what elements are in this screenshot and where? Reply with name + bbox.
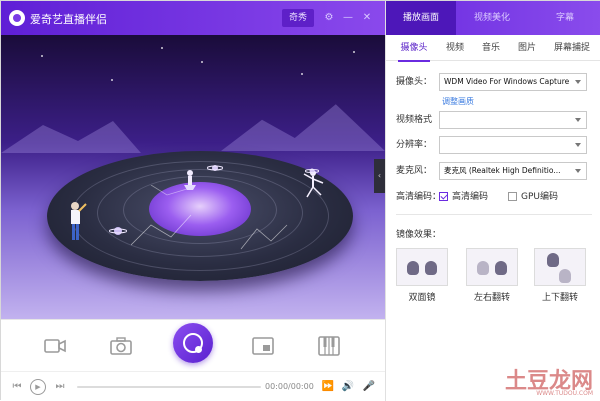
person-icon bbox=[425, 261, 437, 275]
gpu-encoding-checkbox[interactable] bbox=[508, 192, 517, 201]
piano-icon[interactable] bbox=[317, 334, 341, 358]
divider bbox=[396, 214, 592, 215]
gpu-encoding-checkbox-label: GPU编码 bbox=[521, 192, 558, 202]
star bbox=[161, 47, 163, 49]
picture-in-picture-icon[interactable] bbox=[251, 334, 275, 358]
microphone-icon[interactable]: 🎤 bbox=[362, 380, 376, 394]
star bbox=[41, 55, 43, 57]
adjust-quality-link[interactable]: 调整画质 bbox=[442, 96, 474, 107]
star bbox=[353, 51, 355, 53]
mirror-label-vertical: 上下翻转 bbox=[541, 293, 578, 303]
mirror-option-double[interactable] bbox=[396, 248, 448, 286]
hd-encoding-checkbox[interactable] bbox=[439, 192, 448, 201]
camera-select[interactable]: WDM Video For Windows Capture ... bbox=[439, 73, 587, 91]
settings-panel: 播放画面 视频美化 字幕 摄像头 视频 音乐 图片 屏幕捕捉 摄像头： WDM … bbox=[385, 1, 600, 401]
video-preview bbox=[1, 35, 385, 319]
qixiu-button[interactable]: 奇秀 bbox=[282, 9, 314, 27]
previous-icon[interactable]: ⏮ bbox=[10, 380, 24, 394]
app-title: 爱奇艺直播伴侣 bbox=[30, 13, 107, 26]
microphone-value: 麦克风 (Realtek High Definitio... bbox=[444, 166, 561, 175]
person-icon bbox=[477, 261, 489, 275]
close-icon[interactable]: ✕ bbox=[361, 12, 373, 24]
camera-select-value: WDM Video For Windows Capture ... bbox=[444, 77, 572, 86]
planet-figure bbox=[305, 168, 319, 174]
mirror-effect-title: 镜像效果： bbox=[396, 230, 442, 240]
app-window: 爱奇艺直播伴侣 奇秀 ⚙ — ✕ ⏮ ▶ ⏭ 00:00/00:00 ⏩ 🔊 🎤… bbox=[0, 0, 600, 401]
planet-figure bbox=[207, 165, 223, 171]
volume-icon[interactable]: 🔊 bbox=[341, 380, 355, 394]
main-tab-bar: 播放画面 视频美化 字幕 bbox=[386, 1, 600, 35]
person-icon bbox=[559, 269, 571, 283]
chevron-left-icon[interactable]: ‹ bbox=[374, 159, 385, 193]
progress-bar[interactable] bbox=[77, 386, 261, 388]
mirror-option-vertical[interactable] bbox=[534, 248, 586, 286]
resolution-label: 分辨率： bbox=[396, 140, 433, 150]
camera-label: 摄像头： bbox=[396, 77, 433, 87]
title-bar: 爱奇艺直播伴侣 奇秀 ⚙ — ✕ bbox=[1, 1, 385, 35]
play-bar: ⏮ ▶ ⏭ 00:00/00:00 ⏩ 🔊 🎤 bbox=[1, 371, 385, 401]
speed-icon[interactable]: ⏩ bbox=[321, 380, 335, 394]
watermark-subtext: WWW.TUDOU.COM bbox=[536, 390, 593, 397]
hd-encoding-label: 高清编码： bbox=[396, 192, 442, 202]
star bbox=[111, 79, 113, 81]
video-format-label: 视频格式 bbox=[396, 115, 433, 125]
video-format-select[interactable] bbox=[439, 111, 587, 129]
mirror-label-horizontal: 左右翻转 bbox=[473, 293, 510, 303]
tab-camera[interactable]: 摄像头 bbox=[392, 35, 436, 62]
background-hill bbox=[1, 121, 141, 153]
star bbox=[201, 61, 203, 63]
control-bar bbox=[1, 319, 385, 371]
tab-screen-capture[interactable]: 屏幕捕捉 bbox=[546, 35, 598, 61]
live-broadcast-icon[interactable] bbox=[173, 323, 213, 363]
microphone-select[interactable]: 麦克风 (Realtek High Definitio... bbox=[439, 162, 587, 180]
planet-figure bbox=[109, 227, 127, 235]
mirror-option-horizontal[interactable] bbox=[466, 248, 518, 286]
photo-camera-icon[interactable] bbox=[109, 334, 133, 358]
tab-subtitles[interactable]: 字幕 bbox=[528, 1, 600, 35]
person-icon bbox=[407, 261, 419, 275]
star bbox=[301, 73, 303, 75]
video-camera-icon[interactable] bbox=[43, 334, 67, 358]
tab-music[interactable]: 音乐 bbox=[474, 35, 508, 61]
microphone-label: 麦克风： bbox=[396, 166, 433, 176]
constellation-lines bbox=[131, 185, 288, 250]
minimize-icon[interactable]: — bbox=[342, 12, 354, 24]
tab-playback-screen[interactable]: 播放画面 bbox=[386, 1, 456, 35]
gear-icon[interactable]: ⚙ bbox=[323, 12, 335, 24]
tab-image[interactable]: 图片 bbox=[510, 35, 544, 61]
trumpeter-figure bbox=[71, 202, 87, 240]
logo-icon bbox=[9, 10, 25, 26]
tab-video[interactable]: 视频 bbox=[438, 35, 472, 61]
resolution-select[interactable] bbox=[439, 136, 587, 154]
next-icon[interactable]: ⏭ bbox=[53, 380, 67, 394]
preview-panel: 爱奇艺直播伴侣 奇秀 ⚙ — ✕ ⏮ ▶ ⏭ 00:00/00:00 ⏩ 🔊 🎤 bbox=[1, 1, 385, 401]
person-icon bbox=[547, 253, 559, 267]
mirror-label-double: 双面镜 bbox=[408, 293, 436, 303]
source-tab-bar: 摄像头 视频 音乐 图片 屏幕捕捉 bbox=[386, 35, 600, 62]
person-icon bbox=[495, 261, 507, 275]
hd-encoding-checkbox-label: 高清编码 bbox=[452, 192, 489, 202]
play-icon[interactable]: ▶ bbox=[30, 379, 46, 395]
tab-video-beautify[interactable]: 视频美化 bbox=[456, 1, 528, 35]
time-display: 00:00/00:00 bbox=[265, 382, 314, 391]
background-hill bbox=[221, 104, 385, 151]
